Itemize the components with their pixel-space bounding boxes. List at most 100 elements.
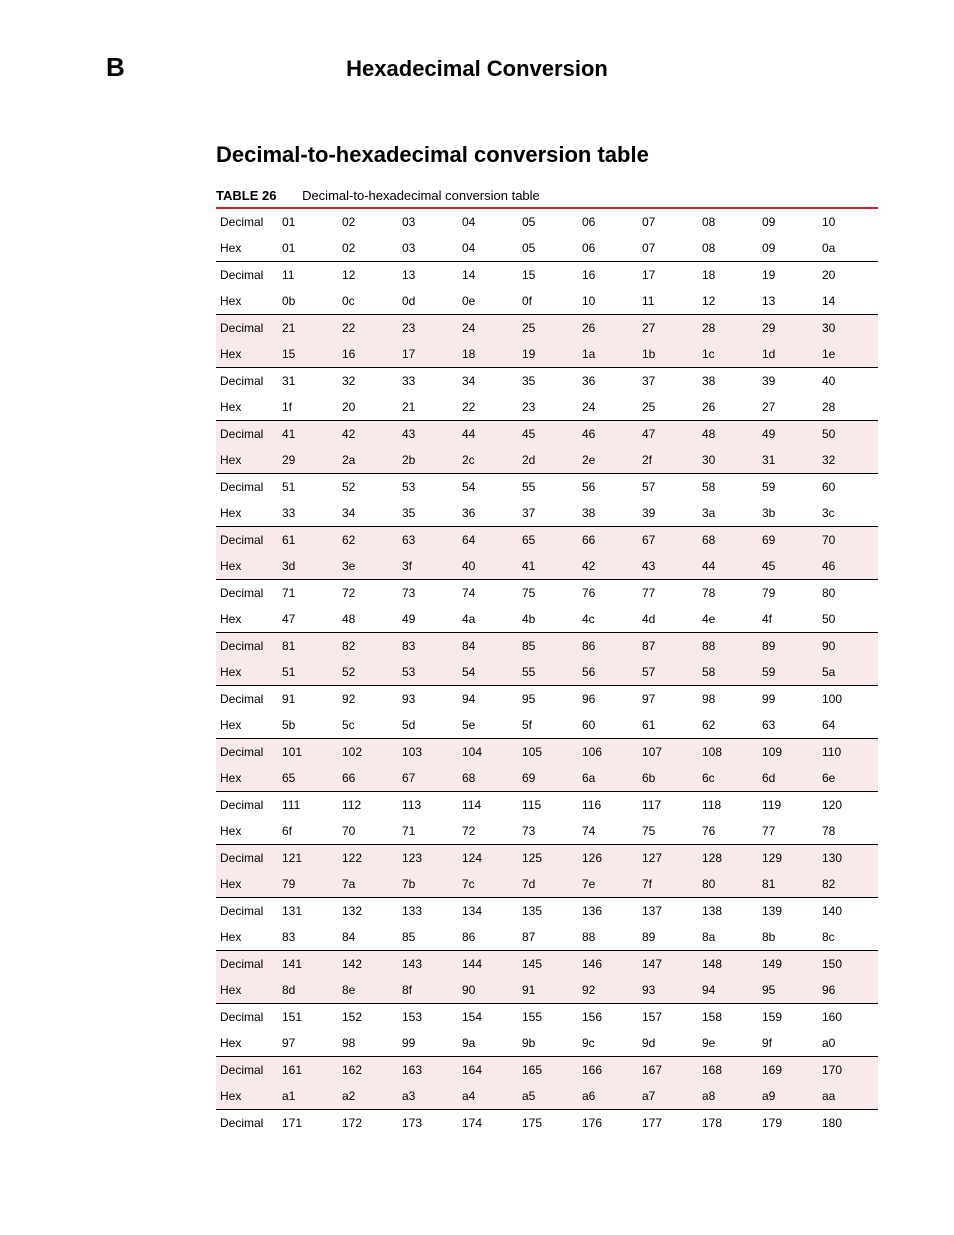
cell-decimal: 172 xyxy=(338,1110,398,1137)
cell-decimal: 51 xyxy=(278,474,338,501)
cell-hex: a1 xyxy=(278,1083,338,1110)
cell-hex: 88 xyxy=(578,924,638,951)
cell-hex: 1d xyxy=(758,341,818,368)
cell-hex: 36 xyxy=(458,500,518,527)
cell-decimal: 27 xyxy=(638,315,698,342)
table-row: Decimal919293949596979899100 xyxy=(216,686,878,713)
table-row: Hex838485868788898a8b8c xyxy=(216,924,878,951)
cell-decimal: 59 xyxy=(758,474,818,501)
row-label-hex: Hex xyxy=(216,924,278,951)
table-row: Decimal141142143144145146147148149150 xyxy=(216,951,878,978)
cell-hex: 46 xyxy=(818,553,878,580)
row-label-hex: Hex xyxy=(216,394,278,421)
cell-hex: 17 xyxy=(398,341,458,368)
cell-decimal: 54 xyxy=(458,474,518,501)
cell-decimal: 94 xyxy=(458,686,518,713)
row-label-hex: Hex xyxy=(216,659,278,686)
cell-hex: 61 xyxy=(638,712,698,739)
cell-hex: 73 xyxy=(518,818,578,845)
cell-hex: 02 xyxy=(338,235,398,262)
cell-hex: 9e xyxy=(698,1030,758,1057)
table-row: Decimal61626364656667686970 xyxy=(216,527,878,554)
cell-decimal: 73 xyxy=(398,580,458,607)
cell-decimal: 170 xyxy=(818,1057,878,1084)
table-row: Decimal71727374757677787980 xyxy=(216,580,878,607)
cell-hex: 1a xyxy=(578,341,638,368)
cell-hex: 60 xyxy=(578,712,638,739)
cell-hex: 67 xyxy=(398,765,458,792)
row-label-hex: Hex xyxy=(216,1083,278,1110)
cell-hex: 51 xyxy=(278,659,338,686)
cell-hex: 38 xyxy=(578,500,638,527)
cell-decimal: 35 xyxy=(518,368,578,395)
cell-hex: 72 xyxy=(458,818,518,845)
cell-decimal: 32 xyxy=(338,368,398,395)
table-row: Hex65666768696a6b6c6d6e xyxy=(216,765,878,792)
cell-decimal: 86 xyxy=(578,633,638,660)
row-label-hex: Hex xyxy=(216,553,278,580)
cell-decimal: 85 xyxy=(518,633,578,660)
cell-hex: 6f xyxy=(278,818,338,845)
cell-hex: 8e xyxy=(338,977,398,1004)
table-row: Decimal151152153154155156157158159160 xyxy=(216,1004,878,1031)
cell-decimal: 129 xyxy=(758,845,818,872)
cell-decimal: 01 xyxy=(278,208,338,235)
cell-decimal: 135 xyxy=(518,898,578,925)
cell-decimal: 101 xyxy=(278,739,338,766)
cell-decimal: 88 xyxy=(698,633,758,660)
cell-decimal: 130 xyxy=(818,845,878,872)
cell-hex: 6b xyxy=(638,765,698,792)
cell-decimal: 131 xyxy=(278,898,338,925)
cell-hex: 5f xyxy=(518,712,578,739)
table-row: Decimal161162163164165166167168169170 xyxy=(216,1057,878,1084)
cell-hex: 5c xyxy=(338,712,398,739)
cell-decimal: 57 xyxy=(638,474,698,501)
cell-hex: 96 xyxy=(818,977,878,1004)
cell-decimal: 180 xyxy=(818,1110,878,1137)
cell-hex: 2d xyxy=(518,447,578,474)
row-label-hex: Hex xyxy=(216,765,278,792)
cell-decimal: 107 xyxy=(638,739,698,766)
cell-decimal: 21 xyxy=(278,315,338,342)
cell-hex: 82 xyxy=(818,871,878,898)
cell-hex: 0a xyxy=(818,235,878,262)
cell-hex: 43 xyxy=(638,553,698,580)
cell-decimal: 22 xyxy=(338,315,398,342)
cell-hex: 06 xyxy=(578,235,638,262)
row-label-decimal: Decimal xyxy=(216,421,278,448)
cell-decimal: 134 xyxy=(458,898,518,925)
cell-hex: 90 xyxy=(458,977,518,1004)
cell-hex: 16 xyxy=(338,341,398,368)
cell-hex: 1c xyxy=(698,341,758,368)
cell-decimal: 173 xyxy=(398,1110,458,1137)
cell-hex: 26 xyxy=(698,394,758,421)
cell-hex: 9c xyxy=(578,1030,638,1057)
cell-decimal: 08 xyxy=(698,208,758,235)
cell-hex: 0f xyxy=(518,288,578,315)
cell-hex: 63 xyxy=(758,712,818,739)
cell-decimal: 39 xyxy=(758,368,818,395)
cell-decimal: 96 xyxy=(578,686,638,713)
cell-decimal: 177 xyxy=(638,1110,698,1137)
cell-hex: 62 xyxy=(698,712,758,739)
cell-decimal: 81 xyxy=(278,633,338,660)
cell-hex: 42 xyxy=(578,553,638,580)
cell-hex: 30 xyxy=(698,447,758,474)
cell-decimal: 121 xyxy=(278,845,338,872)
section-title: Decimal-to-hexadecimal conversion table xyxy=(216,142,878,168)
cell-decimal: 79 xyxy=(758,580,818,607)
cell-hex: 80 xyxy=(698,871,758,898)
cell-decimal: 158 xyxy=(698,1004,758,1031)
cell-decimal: 166 xyxy=(578,1057,638,1084)
cell-hex: a7 xyxy=(638,1083,698,1110)
cell-decimal: 66 xyxy=(578,527,638,554)
cell-hex: 58 xyxy=(698,659,758,686)
cell-decimal: 92 xyxy=(338,686,398,713)
cell-hex: 91 xyxy=(518,977,578,1004)
appendix-letter: B xyxy=(106,52,125,83)
table-row: Hex5152535455565758595a xyxy=(216,659,878,686)
row-label-hex: Hex xyxy=(216,341,278,368)
cell-decimal: 69 xyxy=(758,527,818,554)
cell-hex: 11 xyxy=(638,288,698,315)
cell-decimal: 03 xyxy=(398,208,458,235)
